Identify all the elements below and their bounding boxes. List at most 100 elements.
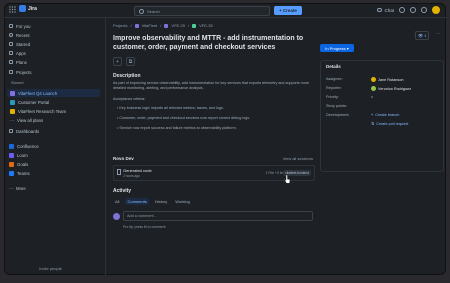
project-icon: [10, 108, 15, 114]
create-branch-link[interactable]: ⑂ Create branch: [371, 113, 399, 117]
tab-all[interactable]: All: [113, 198, 121, 205]
description-heading: Description: [113, 73, 141, 79]
create-button[interactable]: + Create: [274, 6, 302, 15]
goals-icon: [9, 161, 14, 167]
breadcrumb: Projects / VitaFleet / VFE-25 / VFE-35: [113, 23, 213, 28]
user-avatar: [113, 212, 120, 220]
acceptance-criteria-label: Acceptance criteria:: [113, 97, 146, 101]
search-placeholder: Search: [147, 8, 160, 14]
file-icon: [117, 169, 121, 175]
sidebar-item-label: More: [16, 185, 26, 191]
issue-title[interactable]: Improve observability and MTTR - add ins…: [113, 35, 313, 52]
sidebar-item-apps[interactable]: Apps: [4, 49, 105, 57]
jira-logo[interactable]: Jira: [19, 5, 37, 12]
sidebar-item-plans[interactable]: Plans: [4, 58, 105, 66]
activity-tabs: All Comments History Worklog: [113, 198, 192, 205]
sidebar-app-teams[interactable]: Teams: [4, 169, 105, 177]
sidebar-project-vitafleet-research[interactable]: VitaFleet Research Team: [4, 107, 106, 115]
sidebar-app-confluence[interactable]: Confluence: [4, 142, 105, 150]
sidebar-project-vitafleet-q4[interactable]: VitaFleet Q4 Launch: [7, 89, 100, 97]
details-heading: Details: [326, 64, 341, 69]
create-pull-request-link[interactable]: ⇅ Create pull request: [371, 121, 408, 127]
sidebar-item-recent[interactable]: Recent: [4, 31, 105, 39]
more-actions-icon[interactable]: ⋯: [436, 31, 440, 36]
list-icon: ⋯: [10, 118, 15, 123]
project-label: Customer Portal: [18, 99, 50, 105]
sidebar-item-label: Starred: [16, 41, 31, 47]
search-input[interactable]: Search: [134, 6, 270, 16]
more-icon: ⋯: [9, 186, 14, 191]
detail-value: Veronica Rodriguez: [371, 86, 411, 91]
issue-view: Projects / VitaFleet / VFE-25 / VFE-35 I…: [106, 18, 446, 275]
comment-input[interactable]: Add a comment...: [123, 211, 313, 221]
loom-icon: [9, 152, 14, 158]
sidebar-item-label: Projects: [16, 69, 32, 75]
status-dropdown[interactable]: In Progress ▾: [320, 44, 354, 52]
sidebar-item-label: Apps: [16, 50, 26, 56]
sidebar-item-label: Dashboards: [16, 128, 40, 134]
sidebar-item-projects[interactable]: Projects: [4, 68, 105, 76]
detail-key: Reporter:: [326, 86, 342, 90]
breadcrumb-project[interactable]: VitaFleet: [142, 23, 158, 28]
reporter-name: Veronica Rodriguez: [378, 86, 412, 91]
search-icon: [139, 8, 144, 14]
settings-icon[interactable]: [421, 7, 427, 13]
pull-request-icon: ⇅: [371, 122, 375, 126]
tab-comments[interactable]: Comments: [125, 198, 149, 205]
watch-button[interactable]: 👁 1: [415, 31, 430, 40]
jira-logo-icon: [19, 5, 26, 12]
dashboard-icon: [9, 129, 13, 133]
app-window: Jira Search + Create Chat For you Recent: [4, 3, 446, 275]
assignee-name: Jane Rotanson: [378, 77, 404, 82]
app-switcher-icon[interactable]: [9, 6, 16, 13]
detail-value: Jane Rotanson: [371, 77, 404, 82]
session-time: 2 hours ago: [123, 173, 140, 178]
tab-worklog[interactable]: Worklog: [173, 198, 192, 205]
invite-people-button[interactable]: Invite people: [18, 266, 83, 271]
project-label: VitaFleet Research Team: [18, 108, 67, 114]
sidebar-item-more[interactable]: ⋯ More: [4, 184, 105, 192]
sidebar-item-starred[interactable]: Starred: [4, 40, 105, 48]
tab-history[interactable]: History: [153, 198, 169, 205]
sidebar-item-label: Recent: [16, 32, 30, 38]
add-icon[interactable]: +: [113, 57, 122, 66]
breadcrumb-parent[interactable]: VFE-25: [171, 23, 185, 28]
plans-icon: [9, 60, 13, 64]
assignee-avatar: [371, 77, 376, 82]
breadcrumb-projects[interactable]: Projects: [113, 23, 127, 28]
project-icon: [134, 23, 139, 28]
view-all-label: View all plans: [17, 117, 44, 123]
help-icon[interactable]: [410, 7, 416, 13]
comment-composer: Add a comment...: [113, 211, 313, 221]
user-avatar[interactable]: [432, 6, 440, 14]
app-label: Loom: [17, 152, 28, 158]
app-label: Confluence: [17, 143, 39, 149]
starred-section-label: Starred: [11, 81, 24, 85]
chat-icon: [377, 8, 383, 12]
app-label: Goals: [17, 161, 29, 167]
mouse-cursor-icon: [284, 175, 291, 184]
details-panel: Details Assignee: Jane Rotanson Reporter…: [320, 60, 444, 172]
sidebar-app-loom[interactable]: Loom: [4, 151, 105, 159]
app-name: Jira: [28, 5, 37, 12]
description-text[interactable]: As part of improving service observabili…: [113, 81, 313, 91]
file-count: 1 File: [265, 171, 274, 175]
sidebar-app-goals[interactable]: Goals: [4, 160, 105, 168]
sidebar-item-dashboards[interactable]: Dashboards: [4, 127, 105, 135]
star-icon: [9, 42, 13, 46]
link-icon[interactable]: ⧉: [126, 57, 135, 66]
acceptance-item: • Customer, order, payment and checkout …: [117, 116, 251, 120]
sidebar-project-customer-portal[interactable]: Customer Portal: [4, 98, 106, 106]
acceptance-item: • Service now report success and failure…: [117, 126, 237, 130]
sidebar-item-for-you[interactable]: For you: [4, 22, 105, 30]
view-all-sessions-link[interactable]: View all sessions: [283, 156, 313, 161]
notifications-icon[interactable]: [399, 7, 405, 13]
pro-tip: Pro tip: press M to comment: [123, 225, 166, 229]
sidebar-view-all-plans[interactable]: ⋯ View all plans: [4, 116, 106, 124]
rovo-dev-section: Rovo Dev View all sessions Generated cod…: [113, 154, 315, 182]
branch-icon: ⑂: [371, 113, 374, 117]
breadcrumb-issue[interactable]: VFE-35: [199, 23, 213, 28]
project-icon: [10, 99, 15, 105]
chat-button[interactable]: Chat: [377, 8, 394, 13]
link-label: Create branch: [375, 113, 400, 117]
